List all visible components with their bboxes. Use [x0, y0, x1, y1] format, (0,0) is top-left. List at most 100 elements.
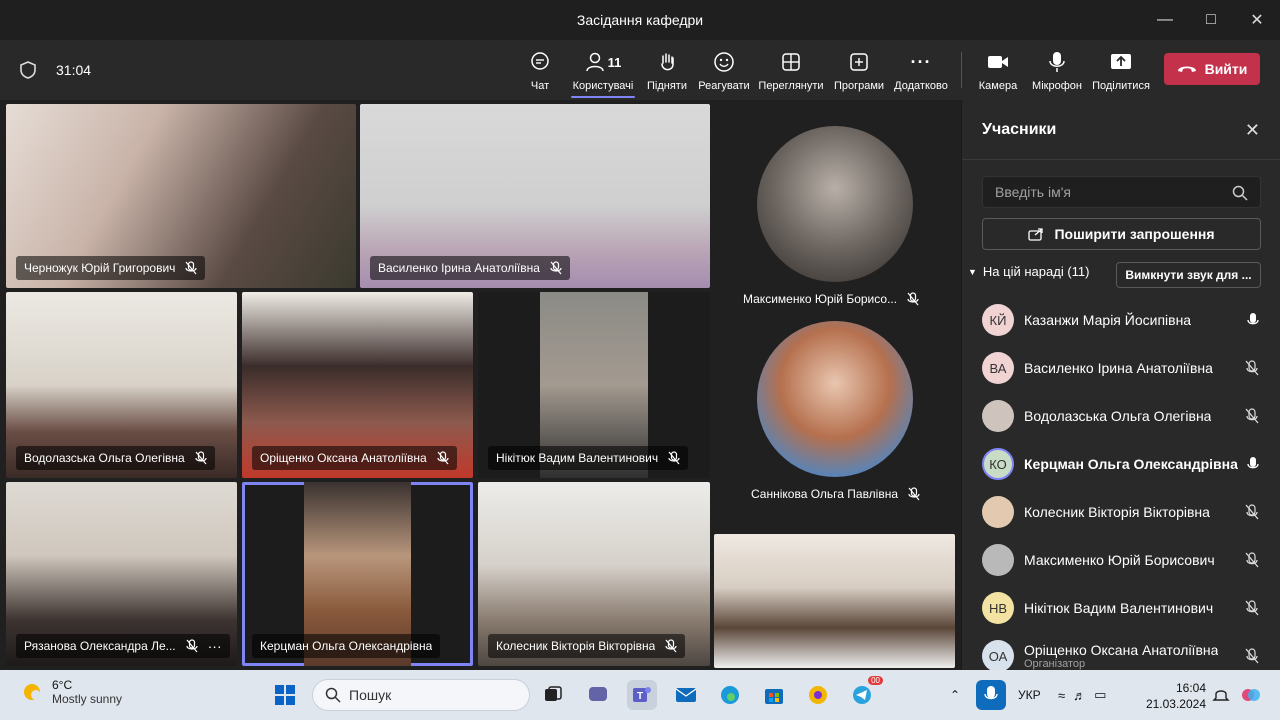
close-window-button[interactable]: ✕ [1234, 0, 1280, 40]
video-stage: Черножук Юрій Григорович Василенко Ірина… [0, 100, 960, 670]
chrome-icon[interactable] [803, 680, 833, 710]
participant-row[interactable]: Колесник Вікторія Вікторівна [962, 488, 1280, 536]
video-tile[interactable]: Оріщенко Оксана Анатоліївна [242, 292, 473, 478]
language-indicator[interactable]: УКР [1018, 688, 1041, 702]
more-button[interactable]: ··· Додатково [894, 50, 948, 100]
chat-icon [531, 52, 549, 70]
camera-label: Камера [978, 80, 1018, 92]
avatar: НВ [982, 592, 1014, 624]
video-tile[interactable] [714, 534, 955, 668]
participant-row[interactable]: Максименко Юрій Борисович [962, 536, 1280, 584]
more-label: Додатково [894, 80, 948, 92]
copilot-icon[interactable] [1236, 680, 1266, 710]
volume-icon[interactable]: ♬ [1073, 688, 1086, 703]
raise-hand-button[interactable]: Підняти [645, 50, 689, 100]
microphone-icon [1247, 312, 1259, 333]
avatar[interactable] [757, 126, 913, 282]
participant-name: Оріщенко Оксана Анатоліївна [1024, 642, 1219, 658]
participant-list: КЙ Казанжи Марія Йосипівна ВА Василенко Іри… [962, 296, 1280, 680]
avatar: КЙ [982, 304, 1014, 336]
mic-off-icon [1245, 504, 1259, 525]
view-button[interactable]: Переглянути [758, 50, 824, 100]
video-tile[interactable]: Черножук Юрій Григорович [6, 104, 356, 288]
battery-icon[interactable]: ▭ [1094, 687, 1106, 703]
participant-name: Василенко Ірина Анатоліївна [378, 261, 540, 275]
weather-widget[interactable]: 6°C Mostly sunny [20, 678, 122, 706]
mic-off-icon [195, 451, 207, 465]
search-input[interactable] [983, 177, 1260, 207]
participant-name: Черножук Юрій Григорович [24, 261, 176, 275]
participant-row[interactable]: Водолазська Ольга Олегівна [962, 392, 1280, 440]
people-button[interactable]: 11 Користувачі [571, 50, 635, 100]
microphone-in-use-icon[interactable] [976, 680, 1006, 710]
windows-icon [275, 685, 295, 705]
participant-name: Максименко Юрій Борисович [1024, 552, 1215, 568]
participant-row[interactable]: КО Керцман Ольга Олександрівна [962, 440, 1280, 488]
start-button[interactable] [270, 680, 300, 710]
mute-all-button[interactable]: Вимкнути звук для ... [1116, 262, 1261, 288]
clock-date: 21.03.2024 [1145, 697, 1206, 711]
store-icon[interactable] [759, 680, 789, 710]
apps-button[interactable]: Програми [832, 50, 886, 100]
clock[interactable]: 16:04 21.03.2024 [1146, 680, 1206, 712]
sun-icon [24, 684, 41, 700]
mail-icon[interactable] [671, 680, 701, 710]
share-screen-label: Поділитися [1092, 80, 1150, 92]
section-header[interactable]: ▼ На цій нараді (11) [968, 264, 1089, 279]
avatar [982, 544, 1014, 576]
camera-button[interactable]: Камера [978, 50, 1018, 100]
microphone-button[interactable]: Мікрофон [1030, 50, 1084, 100]
view-label: Переглянути [758, 80, 824, 92]
video-tile[interactable]: Колесник Вікторія Вікторівна [478, 482, 710, 666]
search-icon [1232, 185, 1248, 201]
taskbar: 6°C Mostly sunny Пошук T 00 ⌃ УКР ≈ ♬ ▭ … [0, 670, 1280, 720]
microphone-icon [1247, 456, 1259, 477]
participant-name: Василенко Ірина Анатоліївна [1024, 360, 1213, 376]
leave-button[interactable]: Вийти [1164, 53, 1260, 85]
leave-label: Вийти [1204, 61, 1248, 77]
participant-name: Максименко Юрій Борисо... [743, 292, 898, 306]
tile-more-icon[interactable]: ··· [208, 638, 222, 654]
toolbar-divider [961, 52, 962, 88]
window-title: Засідання кафедри [576, 12, 704, 28]
telegram-icon[interactable]: 00 [847, 676, 883, 710]
shield-icon [20, 61, 36, 79]
participant-row[interactable]: НВ Нікітюк Вадим Валентинович [962, 584, 1280, 632]
video-tile[interactable]: Нікітюк Вадим Валентинович [478, 292, 710, 478]
video-tile[interactable]: Рязанова Олександра Ле... ··· [6, 482, 237, 666]
maximize-button[interactable]: □ [1188, 0, 1234, 40]
avatar[interactable] [757, 321, 913, 477]
weather-text: Mostly sunny [52, 692, 123, 706]
teams-icon[interactable]: T [627, 680, 657, 710]
participant-search[interactable] [982, 176, 1261, 208]
minimize-button[interactable]: — [1142, 0, 1188, 40]
participant-name: Саннікова Ольга Павлівна [751, 487, 899, 501]
video-tile[interactable]: Водолазська Ольга Олегівна [6, 292, 237, 478]
video-tile-active-speaker[interactable]: Керцман Ольга Олександрівна [242, 482, 473, 666]
chevron-up-icon[interactable]: ⌃ [950, 688, 960, 702]
hang-up-icon [1177, 66, 1196, 72]
chat-button[interactable]: Чат [526, 50, 554, 100]
avatar-initials: НВ [988, 600, 1008, 616]
mic-off-icon [1245, 360, 1259, 381]
close-icon[interactable]: ✕ [1245, 120, 1260, 141]
task-view-icon[interactable] [538, 680, 568, 710]
share-invite-button[interactable]: Поширити запрошення [982, 218, 1261, 250]
notification-badge: 00 [868, 676, 883, 685]
participant-role: Організатор [1024, 658, 1086, 670]
edge-icon[interactable] [715, 680, 745, 710]
avatar: ОА [982, 640, 1014, 672]
chat-app-icon[interactable] [583, 680, 613, 710]
video-tile[interactable]: Василенко Ірина Анатоліївна [360, 104, 710, 288]
avatar-initials: ОА [988, 648, 1008, 664]
notifications-icon[interactable] [1206, 680, 1236, 710]
grid-icon [782, 53, 800, 71]
mic-off-icon [1245, 600, 1259, 621]
participant-row[interactable]: ВА Василенко Ірина Анатоліївна [962, 344, 1280, 392]
taskbar-search[interactable]: Пошук [312, 679, 530, 711]
participant-row[interactable]: КЙ Казанжи Марія Йосипівна [962, 296, 1280, 344]
react-button[interactable]: Реагувати [698, 50, 750, 100]
wifi-icon[interactable]: ≈ [1058, 688, 1065, 703]
share-icon [1028, 228, 1044, 241]
share-screen-button[interactable]: Поділитися [1091, 50, 1151, 100]
